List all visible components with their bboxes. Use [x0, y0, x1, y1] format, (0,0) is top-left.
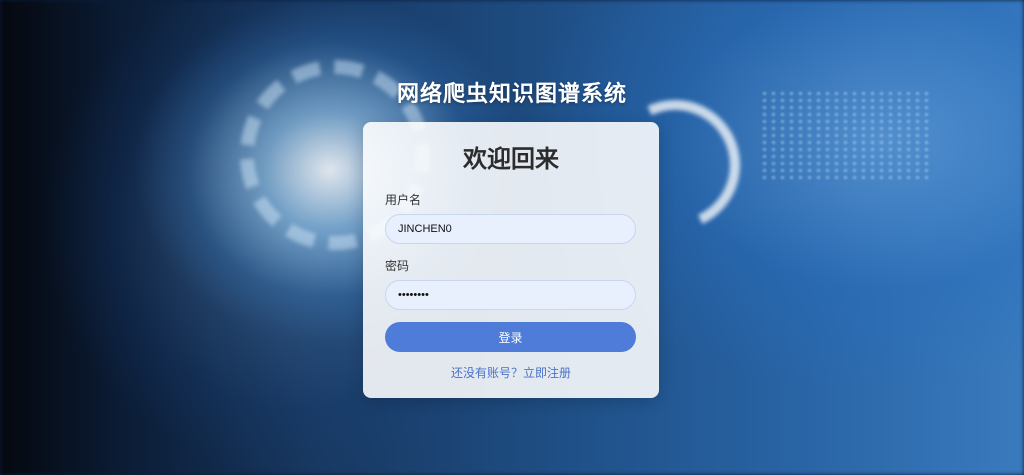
login-card: 欢迎回来 用户名 密码 登录 还没有账号？立即注册 — [363, 122, 659, 398]
login-button[interactable]: 登录 — [385, 322, 636, 352]
register-link[interactable]: 还没有账号？立即注册 — [385, 364, 637, 381]
password-input[interactable] — [385, 280, 636, 310]
username-label: 用户名 — [385, 193, 422, 207]
login-heading: 欢迎回来 — [463, 145, 559, 173]
username-input[interactable] — [385, 214, 636, 244]
password-label: 密码 — [385, 259, 410, 273]
site-title: 网络爬虫知识图谱系统 — [396, 82, 627, 107]
